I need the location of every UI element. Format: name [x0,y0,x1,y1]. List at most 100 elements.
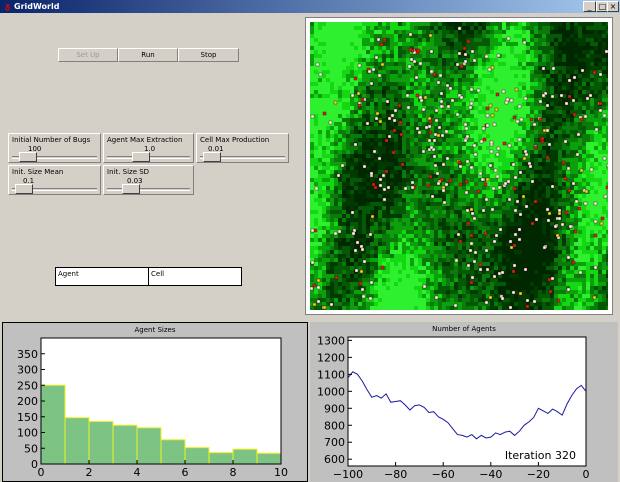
bug-agent [470,211,475,216]
bug-agent [397,103,402,108]
bug-agent [476,189,481,194]
slider-thumb[interactable] [131,152,150,162]
bug-agent [512,115,517,120]
bug-agent [382,187,387,192]
bug-agent [521,194,526,199]
bug-agent [561,160,566,165]
bug-agent [564,210,569,215]
bug-agent [392,128,397,133]
bug-agent [593,219,598,224]
setup-button[interactable]: Set Up [58,48,118,62]
bug-agent [463,52,468,57]
bug-agent [490,113,495,118]
bug-agent [463,122,468,127]
bug-agent [365,121,370,126]
y-tick-label: 700 [324,436,345,449]
bug-agent [502,141,507,146]
stop-button[interactable]: Stop [178,48,239,62]
bug-agent [439,91,444,96]
slider-thumb[interactable] [15,184,34,194]
close-button[interactable]: × [607,1,619,12]
bug-agent [318,72,323,77]
bug-agent [576,132,581,137]
bug-agent [473,152,478,157]
bug-agent [490,207,495,212]
bug-agent [336,173,341,178]
bug-agent [428,174,433,179]
bug-agent [489,149,494,154]
bug-agent [370,214,375,219]
bug-agent [450,98,455,103]
bug-agent [530,221,535,226]
bug-agent [434,295,439,300]
bug-agent [469,241,474,246]
bug-agent [439,104,444,109]
number-of-agents-chart: 600 700 800 900 1000 1100 1200 1300 −100 −80 −60 −4… [317,334,590,481]
bug-agent [541,93,546,98]
bug-agent [515,199,520,204]
bug-agent [377,156,382,161]
bug-agent [334,275,339,280]
bug-agent [542,245,547,250]
bug-agent [400,162,405,167]
bug-agent [508,239,513,244]
bug-agent [513,232,518,237]
bug-agent [464,126,469,131]
slider-thumb[interactable] [203,152,222,162]
bug-agent [362,259,367,264]
y-tick-label: 1200 [317,351,345,364]
bug-agent [418,61,423,66]
bug-agent [446,104,451,109]
x-tick-label: −40 [479,468,502,481]
bug-agent [434,118,439,123]
bug-agent [466,39,471,44]
bug-agent [593,233,598,238]
cell-probe-field[interactable]: Cell [148,267,242,286]
bug-agent [494,107,499,112]
bug-agent [372,149,377,154]
bug-agent [559,93,564,98]
y-tick-label: 150 [17,411,38,424]
bug-agent [529,117,534,122]
bug-agent [509,245,514,250]
bug-agent [532,299,537,304]
bug-agent [583,201,588,206]
bug-agent [416,48,421,53]
bug-agent [382,37,387,42]
bug-agent [514,87,519,92]
bug-agent [566,166,571,171]
bug-agent [337,229,342,234]
slider-thumb[interactable] [121,184,140,194]
bug-agent [418,95,423,100]
bug-agent [374,55,379,60]
slider-label: Agent Max Extraction [107,136,183,144]
bug-agent [512,243,517,248]
histogram-bar [208,452,234,465]
slider-cell-max-production: Cell Max Production 0.01 [196,133,289,163]
bug-agent [410,180,415,185]
bug-agent [578,270,583,275]
slider-thumb[interactable] [18,152,37,162]
bug-agent [358,281,363,286]
bug-agent [495,174,500,179]
run-button[interactable]: Run [118,48,178,62]
y-tick-label: 600 [324,453,345,466]
bug-agent [415,126,420,131]
slider-track[interactable] [107,188,190,191]
bug-agent [386,185,391,190]
bug-agent [572,75,577,80]
bug-agent [464,179,469,184]
world-grid[interactable] [310,22,608,310]
slider-label: Init. Size Mean [12,168,64,176]
bug-agent [436,80,441,85]
bug-agent [378,177,383,182]
minimize-button[interactable]: _ [583,1,596,12]
bug-agent [353,76,358,81]
plot-title: Agent Sizes [134,326,176,334]
bug-agent [472,143,477,148]
agent-probe-field[interactable]: Agent [55,267,149,286]
bug-agent [448,178,453,183]
bug-agent [434,108,439,113]
slider-init-size-sd: Init. Size SD 0.03 [103,165,194,195]
bug-agent [525,304,530,309]
